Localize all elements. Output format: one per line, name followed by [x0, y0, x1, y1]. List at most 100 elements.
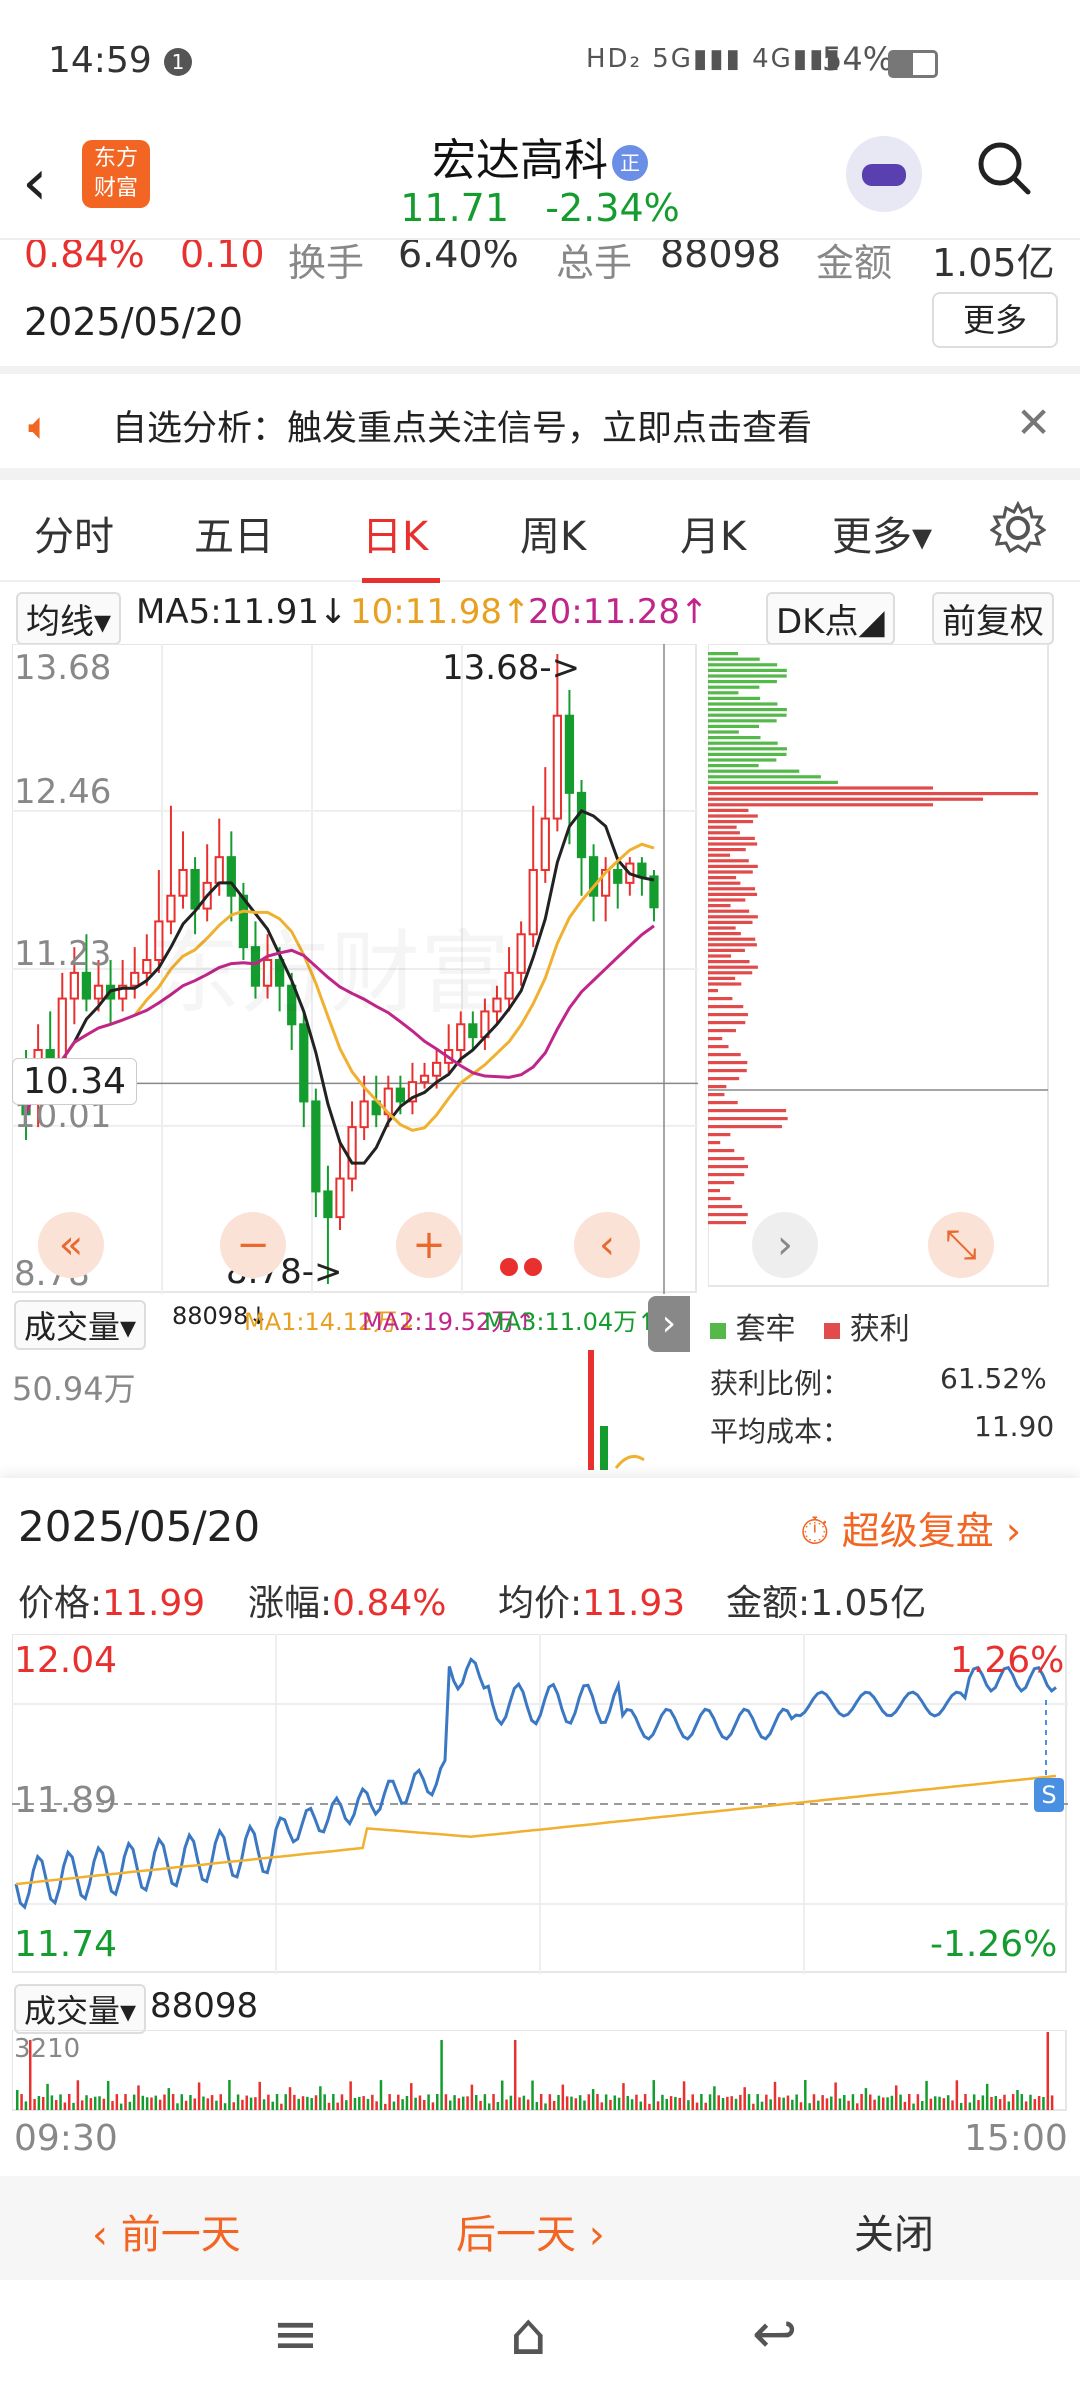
chip-bar: [708, 1213, 748, 1217]
candle-body: [431, 1061, 442, 1077]
volume-bar: [587, 2094, 591, 2110]
volume-bar: [743, 2087, 746, 2110]
tab-wuri[interactable]: 五日: [194, 504, 274, 562]
fuquan-button[interactable]: 前复权: [932, 592, 1054, 645]
volume-bar: [63, 2102, 67, 2110]
more-button[interactable]: 更多: [932, 292, 1058, 348]
super-review-link[interactable]: ⏱ 超级复盘 ›: [800, 1500, 1021, 1555]
intraday-chart[interactable]: [12, 1634, 1068, 1974]
ma-select[interactable]: 均线▾: [16, 592, 122, 645]
back-nav-icon[interactable]: ↩: [752, 2302, 797, 2365]
assistant-robot-icon[interactable]: [846, 136, 922, 212]
volume-bar: [821, 2095, 824, 2110]
volume-bar: [661, 2094, 664, 2110]
tab-rik[interactable]: 日K: [362, 504, 428, 562]
volume-bar: [93, 2096, 97, 2110]
volume-bar: [795, 2094, 798, 2110]
chip-bar: [708, 831, 740, 835]
expand-right-button[interactable]: ›: [648, 1296, 690, 1352]
volume-bar: [410, 2083, 413, 2110]
chip-bar: [708, 1093, 725, 1097]
candle-body: [347, 1126, 357, 1180]
tab-zhouk[interactable]: 周K: [520, 504, 586, 562]
super-review-label: 超级复盘: [841, 1509, 994, 1553]
volume-bar: [280, 2103, 283, 2110]
y-mid-label: 11.89: [14, 1780, 118, 1821]
volume-bar: [418, 2095, 422, 2110]
candle-body: [311, 1100, 321, 1193]
volume-bar: [405, 2095, 409, 2110]
zoom-out-button[interactable]: −: [220, 1212, 286, 1278]
volume-bar: [687, 2100, 690, 2110]
volume-bar: [440, 2040, 443, 2110]
volume-bar: [899, 2094, 902, 2110]
watermark: 东方财富: [150, 900, 510, 1030]
volume-bar: [41, 2097, 45, 2110]
high-marker: 13.68->: [442, 648, 581, 688]
dk-button[interactable]: DK点◢: [766, 592, 895, 645]
chip-bar: [708, 960, 750, 964]
zoom-in-button[interactable]: +: [396, 1212, 462, 1278]
notice-text: 自选分析：触发重点关注信号，立即点击查看: [112, 409, 813, 449]
popup-date: 2025/05/20: [18, 1502, 261, 1551]
amt-info: 金额:1.05亿: [726, 1574, 926, 1626]
chip-bar: [708, 1157, 745, 1161]
volume-bar: [544, 2103, 547, 2110]
menu-icon[interactable]: ≡: [272, 2302, 319, 2367]
legend-trap: 套牢: [735, 1312, 796, 1347]
quote-date: 2025/05/20: [24, 300, 244, 344]
volume-bar: [379, 2080, 383, 2110]
close-icon[interactable]: ✕: [1016, 398, 1051, 447]
y-label-top: 13.68: [14, 648, 112, 688]
volume-bar: [669, 2096, 673, 2110]
volume-bar: [964, 2094, 967, 2110]
expand-icon[interactable]: ⤡: [928, 1212, 994, 1278]
time-end: 15:00: [964, 2118, 1068, 2159]
prev-button[interactable]: ‹: [574, 1212, 640, 1278]
volume-bar: [314, 2095, 318, 2110]
volume-bar: [154, 2095, 158, 2110]
volume-bar: [951, 2100, 954, 2110]
home-icon[interactable]: ⌂: [510, 2300, 547, 2368]
chip-bar: [708, 842, 758, 846]
y-label: 12.46: [14, 772, 112, 812]
y-label: 11.23: [14, 934, 112, 974]
next-button[interactable]: ›: [752, 1212, 818, 1278]
volume-bar: [171, 2094, 175, 2110]
volume-select[interactable]: 成交量▾: [14, 1300, 147, 1350]
search-icon[interactable]: [976, 140, 1032, 196]
volume-bar: [197, 2082, 201, 2110]
volume-bar: [531, 2080, 534, 2110]
chip-bar: [708, 926, 736, 930]
scroll-left-button[interactable]: «: [38, 1212, 104, 1278]
chip-bar: [708, 1165, 748, 1169]
chip-bar: [708, 825, 737, 829]
candle-body: [335, 1177, 345, 1219]
chip-bar: [708, 965, 758, 969]
volume-bar: [972, 2094, 976, 2110]
volume-bar: [882, 2097, 885, 2110]
popup-volume-select[interactable]: 成交量▾: [14, 1984, 147, 2034]
gear-icon[interactable]: [990, 500, 1046, 556]
volume-bar: [834, 2082, 837, 2110]
volume-bar: [695, 2102, 699, 2110]
chip-bar: [708, 932, 741, 936]
candle-body: [299, 1023, 309, 1103]
next-day-button[interactable]: 后一天 ›: [456, 2202, 605, 2260]
volume-bar: [682, 2081, 686, 2110]
tab-more[interactable]: 更多▾: [832, 504, 932, 562]
chip-bar: [708, 1197, 731, 1201]
volume-bar: [838, 2098, 842, 2110]
chip-bar: [708, 904, 731, 908]
notice-bar[interactable]: 🔈︎ 自选分析：触发重点关注信号，立即点击查看 ✕: [0, 376, 1080, 472]
avg-cost-label: 平均成本：: [710, 1415, 851, 1448]
prev-day-button[interactable]: ‹ 前一天: [92, 2202, 241, 2260]
close-button[interactable]: 关闭: [854, 2202, 934, 2260]
volume-bar: [284, 2094, 287, 2110]
amt-label: 金额:: [726, 1583, 811, 1624]
tab-yuek[interactable]: 月K: [680, 504, 746, 562]
chip-bar: [708, 1061, 748, 1065]
badge-icon: 正: [612, 145, 648, 181]
tab-fenshi[interactable]: 分时: [34, 504, 114, 562]
volume-bar: [487, 2103, 491, 2110]
